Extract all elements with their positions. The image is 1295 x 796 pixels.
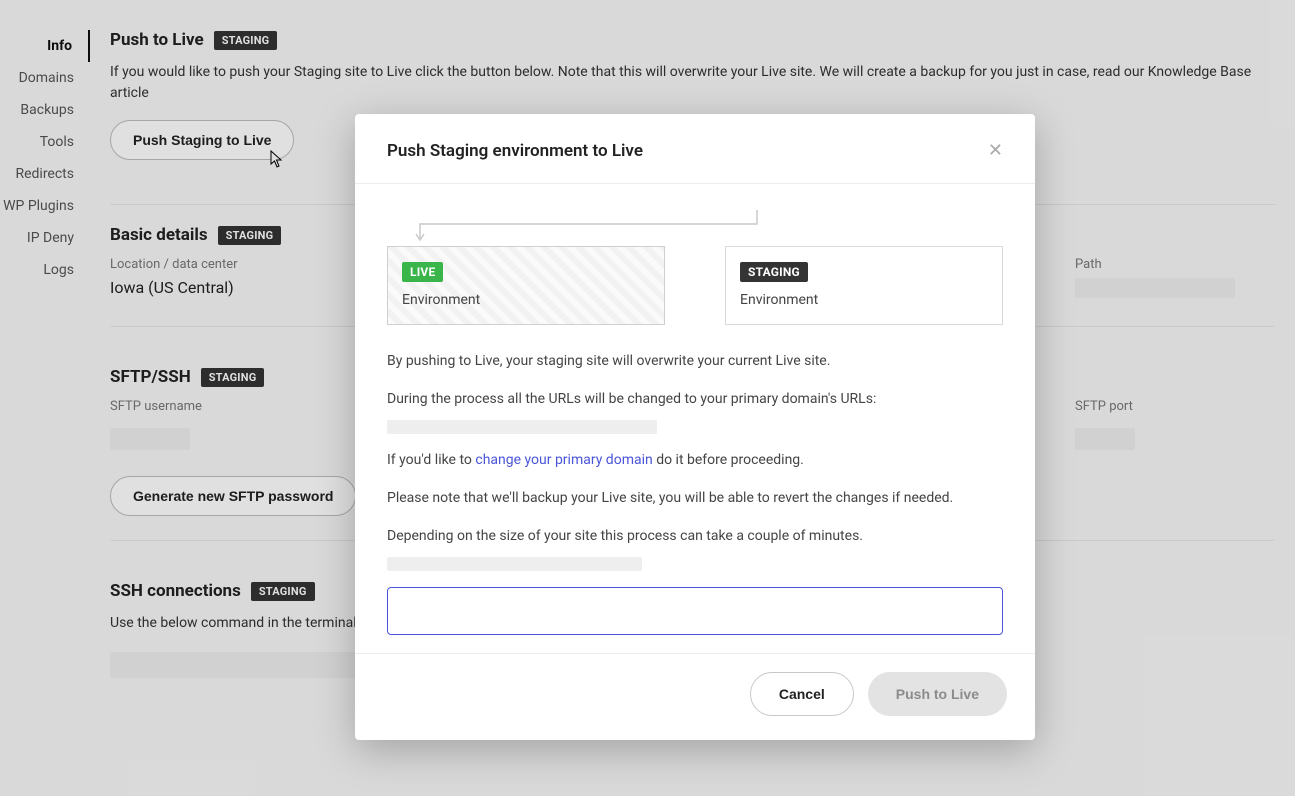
cancel-button[interactable]: Cancel xyxy=(750,672,854,716)
staging-badge: STAGING xyxy=(740,262,808,282)
modal-text-2: During the process all the URLs will be … xyxy=(387,389,1003,411)
env-card-live[interactable]: LIVE Environment xyxy=(387,246,665,325)
close-icon[interactable]: ✕ xyxy=(984,136,1007,165)
push-to-live-modal: Push Staging environment to Live ✕ LIVE … xyxy=(355,114,1035,740)
env-label: Environment xyxy=(740,292,988,308)
change-primary-domain-link[interactable]: change your primary domain xyxy=(475,452,652,468)
env-label: Environment xyxy=(402,292,650,308)
confirm-input[interactable] xyxy=(387,587,1003,635)
modal-text-3: If you'd like to change your primary dom… xyxy=(387,450,1003,472)
flow-arrow-icon xyxy=(402,210,1003,246)
modal-text-3a: If you'd like to xyxy=(387,452,475,468)
env-card-staging[interactable]: STAGING Environment xyxy=(725,246,1003,325)
redacted-line xyxy=(387,557,642,571)
domain-redacted xyxy=(387,420,657,434)
live-badge: LIVE xyxy=(402,262,443,282)
push-to-live-button[interactable]: Push to Live xyxy=(868,672,1007,716)
modal-text-5: Depending on the size of your site this … xyxy=(387,526,1003,548)
modal-text-1: By pushing to Live, your staging site wi… xyxy=(387,351,1003,373)
modal-title: Push Staging environment to Live xyxy=(387,141,643,161)
modal-text-4: Please note that we'll backup your Live … xyxy=(387,488,1003,510)
modal-text-3b: do it before proceeding. xyxy=(653,452,804,468)
